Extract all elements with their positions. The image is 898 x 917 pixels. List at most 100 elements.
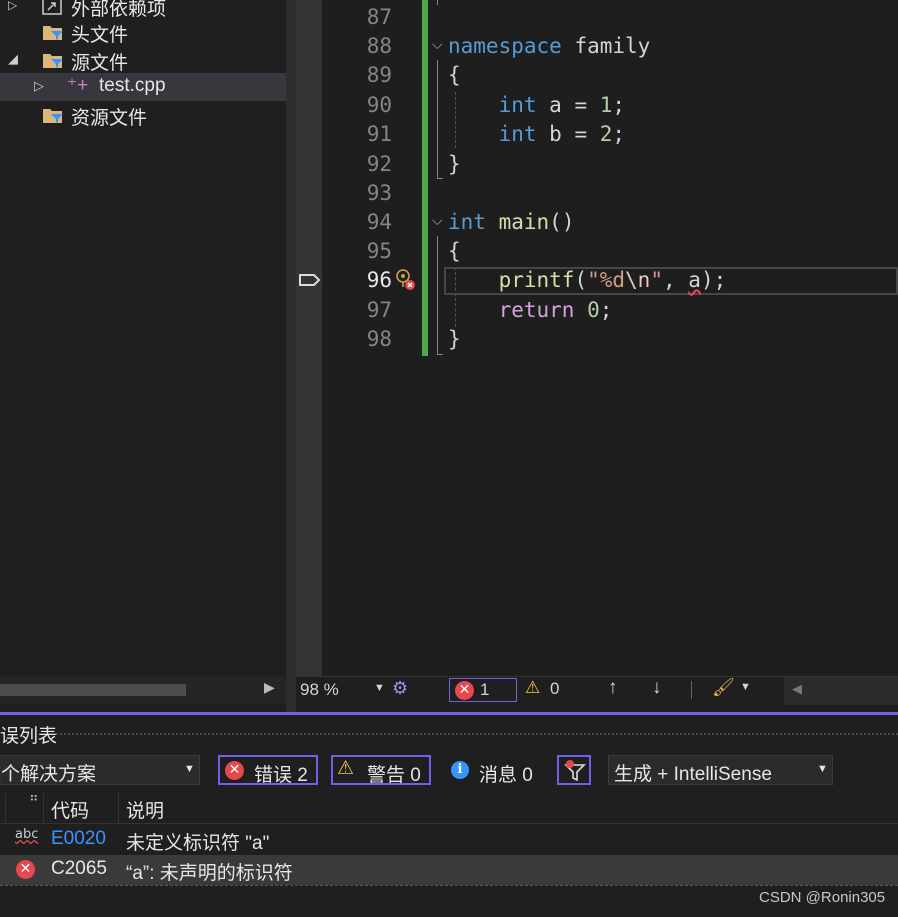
filter-folder-icon [43,26,63,40]
explorer-horizontal-scrollbar[interactable]: ▶ [0,676,286,704]
panel-splitter[interactable] [286,0,296,712]
table-header: ⠛ 代码 说明 [0,793,898,824]
change-tracking-bar [422,0,428,356]
column-divider [5,793,6,823]
error-list-panel: 错误列表 整个解决方案 ▼ ✕ 错误 2 ⚠ 警告 0 i 消息 0 生成 + … [0,712,898,917]
scrollbar-thumb[interactable] [0,684,186,696]
expand-arrow-icon[interactable]: ▷ [8,0,17,12]
indicator-margin [296,0,322,676]
code-cleanup-brush-icon[interactable]: 🖌 [712,677,735,698]
error-code[interactable]: C2065 [51,858,107,880]
messages-label: 消息 0 [479,765,533,786]
fold-guide [437,0,438,5]
editor-status-bar: 98 % ▼ ⚙ ✕ 1 ⚠ 0 ↑ ↓ 🖌 ▼ ◀ [296,676,898,705]
row-separator [0,885,898,886]
solution-explorer: ▷ 外部依赖项 头文件 ◢ 源文件 ▷ ⁺+ test.cpp 资源文件 [0,0,286,704]
error-icon: ✕ [225,761,244,780]
messages-filter-button[interactable]: i 消息 0 [440,755,540,786]
scope-dropdown[interactable]: 整个解决方案 ▼ [0,755,200,785]
warning-count: 0 [550,679,560,698]
fold-toggle-icon[interactable]: ⌵ [432,36,443,53]
line-number: 90 [366,93,392,117]
tree-item-label: 源文件 [71,53,129,74]
collapse-arrow-icon[interactable]: ◢ [8,51,18,67]
filter-button[interactable] [557,755,591,785]
warning-icon: ⚠ [525,678,541,697]
zoom-dropdown[interactable]: 98 % ▼ [298,679,385,701]
code-line: int b = 2; [498,122,626,146]
quick-action-error-icon[interactable] [394,268,418,292]
spelling-error-icon: abc [15,827,39,842]
fold-guide [437,178,443,179]
warning-icon: ⚠ [337,758,355,779]
filter-folder-icon [43,109,63,123]
panel-title: 错误列表 [0,726,58,747]
error-icon: ✕ [455,681,474,700]
code-line: namespace family [448,34,651,58]
tree-item-header-files[interactable]: 头文件 [0,18,286,46]
arrow-up-icon[interactable]: ↑ [608,677,618,699]
filter-folder-icon [43,54,63,68]
fold-toggle-icon[interactable]: ⌵ [432,212,443,229]
code-line: } [448,152,461,176]
cpp-file-icon: ⁺+ [67,75,89,96]
scroll-left-icon[interactable]: ◀ [792,681,802,697]
line-number: 97 [366,298,392,322]
column-header-code[interactable]: 代码 [51,796,89,823]
errors-label: 错误 2 [254,765,308,786]
tree-item-source-files[interactable]: ◢ 源文件 [0,46,286,74]
watermark: CSDN @Ronin305 [759,889,886,906]
column-divider [118,793,119,823]
line-number: 94 [366,210,392,234]
errors-filter-button[interactable]: ✕ 错误 2 [218,755,318,786]
external-deps-icon [42,0,62,15]
tree-item-label: test.cpp [99,75,166,96]
code-line: { [448,63,461,87]
error-count-button[interactable]: ✕ 1 [449,678,517,702]
tree-item-label: 资源文件 [71,108,148,129]
chevron-down-icon: ▼ [374,682,385,694]
health-icon[interactable]: ⚙ [392,678,408,699]
filter-icon [564,760,586,782]
code-line: int a = 1; [498,93,626,117]
line-number: 91 [366,122,392,146]
warning-count-button[interactable]: ⚠ 0 [524,678,574,702]
line-number: 92 [366,152,392,176]
tree-item-test-cpp[interactable]: ▷ ⁺+ test.cpp [0,73,286,101]
chevron-down-icon[interactable]: ▼ [740,681,751,693]
column-header-description[interactable]: 说明 [126,796,164,823]
error-description: 未定义标识符 "a" [126,833,270,854]
zoom-value: 98 % [300,680,339,699]
source-value: 生成 + IntelliSense [614,764,772,785]
chevron-down-icon: ▼ [184,763,195,775]
info-icon: i [451,761,469,779]
warnings-label: 警告 0 [367,765,421,786]
sort-grip-icon[interactable]: ⠛ [29,793,39,809]
tree-item-external-deps[interactable]: ▷ 外部依赖项 [0,0,286,20]
line-number: 98 [366,327,392,351]
line-number: 93 [366,181,392,205]
chevron-down-icon: ▼ [817,763,828,775]
tree-item-resource-files[interactable]: 资源文件 [0,101,286,129]
source-dropdown[interactable]: 生成 + IntelliSense ▼ [608,755,833,785]
fold-guide [437,236,438,354]
scope-value: 整个解决方案 [0,764,97,785]
editor-horizontal-scrollbar[interactable]: ◀ [784,677,898,705]
code-line: { [448,239,461,263]
warnings-filter-button[interactable]: ⚠ 警告 0 [331,755,431,786]
line-number: 88 [366,34,392,58]
fold-guide [437,354,443,355]
table-row[interactable]: abc E0020 未定义标识符 "a" [0,825,898,855]
divider [691,681,692,699]
line-number-current: 96 [366,268,392,292]
scroll-right-icon[interactable]: ▶ [264,679,275,696]
error-description: “a”: 未声明的标识符 [126,863,293,884]
code-line: return 0; [498,298,613,322]
table-row-selected[interactable]: ✕ C2065 “a”: 未声明的标识符 [0,855,898,885]
arrow-down-icon[interactable]: ↓ [652,677,662,699]
error-code-link[interactable]: E0020 [51,828,106,850]
column-divider [43,793,44,823]
line-number: 89 [366,63,392,87]
expand-arrow-icon[interactable]: ▷ [34,78,44,94]
code-line: } [448,327,461,351]
